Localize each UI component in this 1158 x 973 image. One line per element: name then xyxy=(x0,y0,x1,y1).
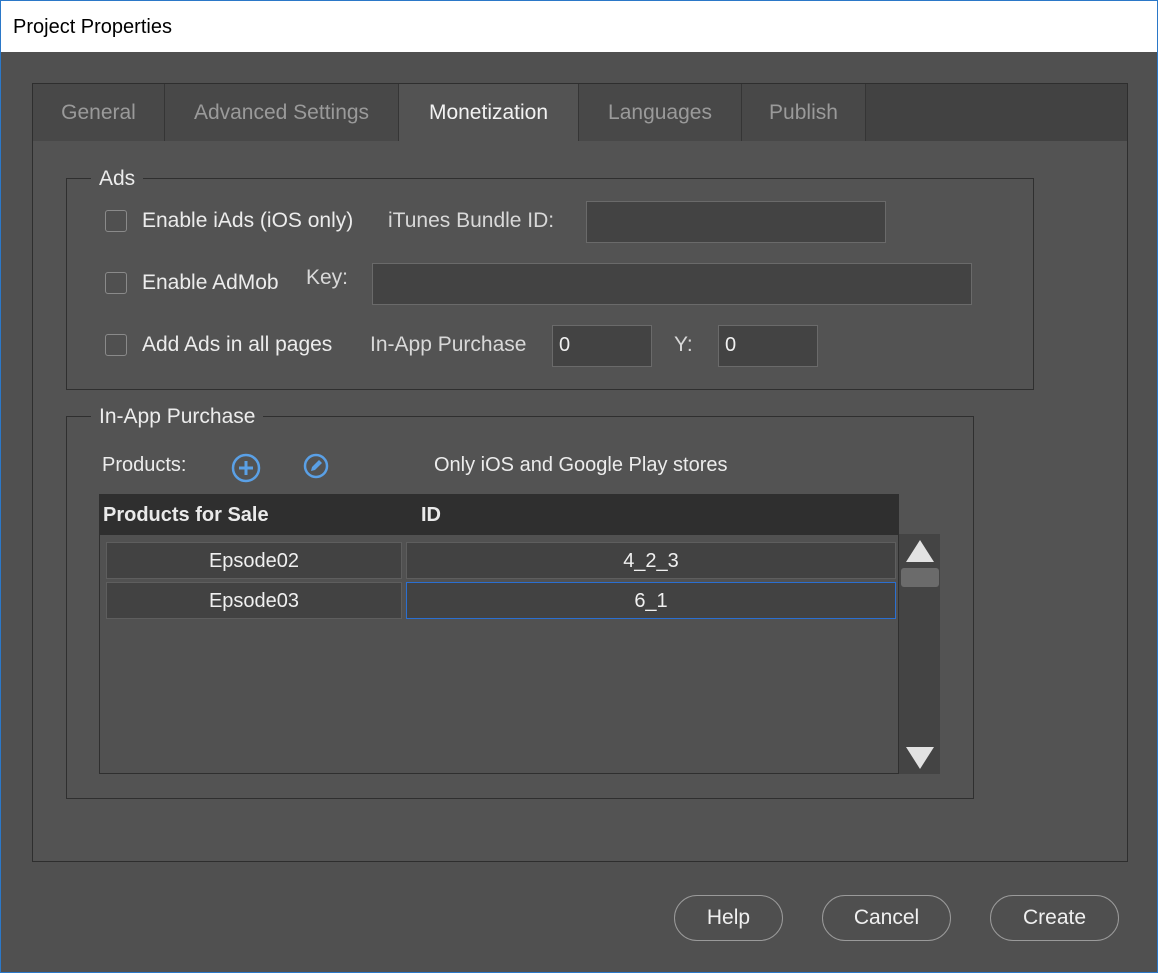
add-ads-all-pages-label: Add Ads in all pages xyxy=(142,333,333,356)
column-header-products: Products for Sale xyxy=(103,504,269,526)
window-title: Project Properties xyxy=(13,16,172,38)
cancel-button[interactable]: Cancel xyxy=(822,895,951,941)
iap-legend: In-App Purchase xyxy=(91,405,264,429)
products-table: Products for Sale ID xyxy=(99,494,899,774)
create-button[interactable]: Create xyxy=(990,895,1119,941)
project-properties-dialog: Project Properties General Advanced Sett… xyxy=(0,0,1158,973)
table-row-name[interactable]: Epsode03 xyxy=(106,582,402,619)
table-row-id-selected[interactable]: 6_1 xyxy=(406,582,896,619)
scroll-down-arrow-icon[interactable] xyxy=(904,745,936,776)
edit-product-icon[interactable] xyxy=(302,452,330,485)
tab-general[interactable]: General xyxy=(33,84,165,141)
y-label: Y: xyxy=(674,333,693,356)
tab-bar: General Advanced Settings Monetization L… xyxy=(33,84,1127,141)
tab-publish[interactable]: Publish xyxy=(742,84,866,141)
admob-key-input[interactable] xyxy=(372,263,972,305)
table-scrollbar[interactable] xyxy=(899,534,940,774)
inapp-purchase-label: In-App Purchase xyxy=(370,333,527,356)
table-row-name[interactable]: Epsode02 xyxy=(106,542,402,579)
help-button[interactable]: Help xyxy=(674,895,783,941)
y-input[interactable]: 0 xyxy=(718,325,818,367)
add-product-icon[interactable] xyxy=(230,452,262,489)
title-bar[interactable]: Project Properties xyxy=(1,1,1157,52)
products-label: Products: xyxy=(102,454,187,476)
scroll-thumb[interactable] xyxy=(901,568,939,587)
key-label: Key: xyxy=(306,266,349,289)
itunes-bundle-input[interactable] xyxy=(586,201,886,243)
scroll-up-arrow-icon[interactable] xyxy=(904,538,936,569)
table-row-id[interactable]: 4_2_3 xyxy=(406,542,896,579)
itunes-bundle-label: iTunes Bundle ID: xyxy=(388,209,555,232)
table-header: Products for Sale ID xyxy=(100,495,898,535)
add-ads-all-pages-checkbox[interactable] xyxy=(105,334,127,356)
inapp-x-input[interactable]: 0 xyxy=(552,325,652,367)
ads-legend: Ads xyxy=(91,167,144,191)
tab-advanced-settings[interactable]: Advanced Settings xyxy=(165,84,399,141)
enable-iads-label: Enable iAds (iOS only) xyxy=(142,209,354,232)
tab-languages[interactable]: Languages xyxy=(579,84,742,141)
enable-admob-checkbox[interactable] xyxy=(105,272,127,294)
tab-monetization[interactable]: Monetization xyxy=(399,84,579,141)
column-header-id: ID xyxy=(421,504,441,526)
enable-admob-label: Enable AdMob xyxy=(142,271,279,294)
enable-iads-checkbox[interactable] xyxy=(105,210,127,232)
stores-note: Only iOS and Google Play stores xyxy=(434,454,728,476)
